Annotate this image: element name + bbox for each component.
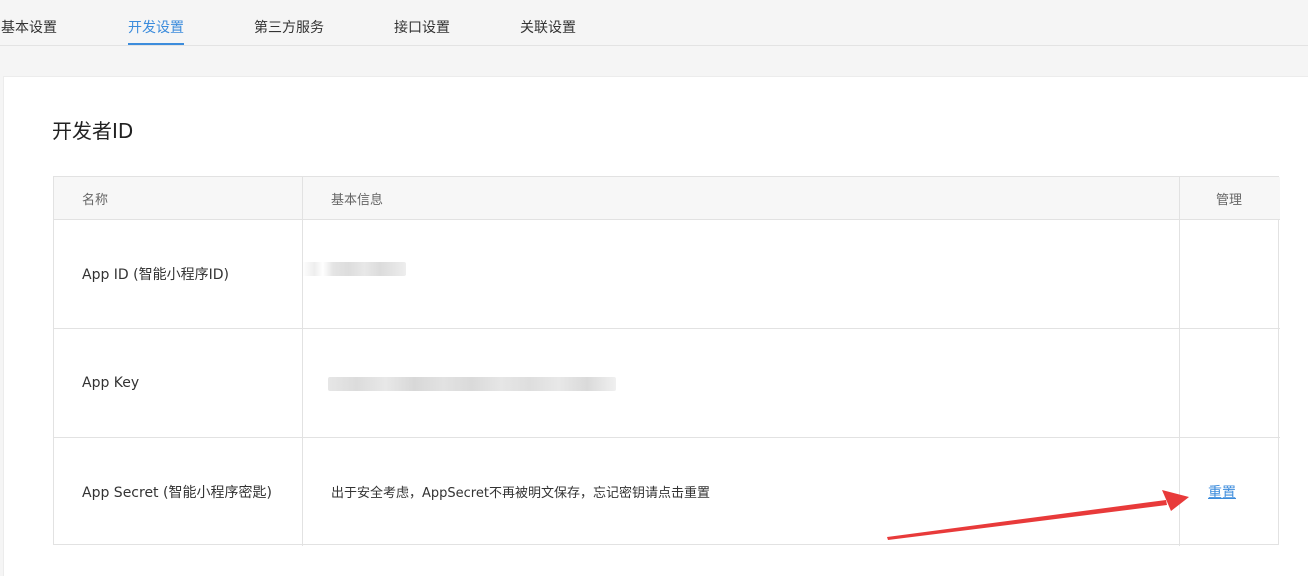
header-manage: 管理 (1216, 192, 1243, 208)
row-name-app-id: App ID (智能小程序ID) (82, 267, 229, 283)
tab-third-party-services[interactable]: 第三方服务 (254, 0, 324, 45)
section-title: 开发者ID (52, 119, 134, 143)
tab-basic-settings[interactable]: 基本设置 (1, 0, 57, 45)
settings-tabbar: 基本设置 开发设置 第三方服务 接口设置 关联设置 (0, 0, 1308, 46)
table-row-app-key: App Key (54, 329, 1280, 438)
header-name: 名称 (82, 192, 109, 208)
table-row-app-id: App ID (智能小程序ID) (54, 220, 1280, 329)
tab-interface-settings[interactable]: 接口设置 (394, 0, 450, 45)
redacted-app-id-value (302, 262, 406, 276)
tab-linked-settings[interactable]: 关联设置 (520, 0, 576, 45)
table-row-app-secret: App Secret (智能小程序密匙) 出于安全考虑，AppSecret不再被… (54, 438, 1280, 545)
header-basic-info: 基本信息 (331, 192, 384, 208)
column-divider-2 (1179, 177, 1180, 546)
reset-link[interactable]: 重置 (1208, 482, 1236, 502)
reset-cell: 重置 (1208, 438, 1236, 545)
row-name-app-secret: App Secret (智能小程序密匙) (82, 484, 272, 501)
table-header-row: 名称 基本信息 管理 (54, 177, 1280, 220)
column-divider-1 (302, 177, 303, 546)
row-name-app-key: App Key (82, 375, 140, 391)
developer-id-table: 名称 基本信息 管理 App ID (智能小程序ID) App Key App … (53, 176, 1280, 546)
tab-dev-settings[interactable]: 开发设置 (128, 0, 184, 45)
redacted-app-key-value (328, 377, 616, 391)
row-info-app-secret: 出于安全考虑，AppSecret不再被明文保存，忘记密钥请点击重置 (331, 486, 710, 501)
